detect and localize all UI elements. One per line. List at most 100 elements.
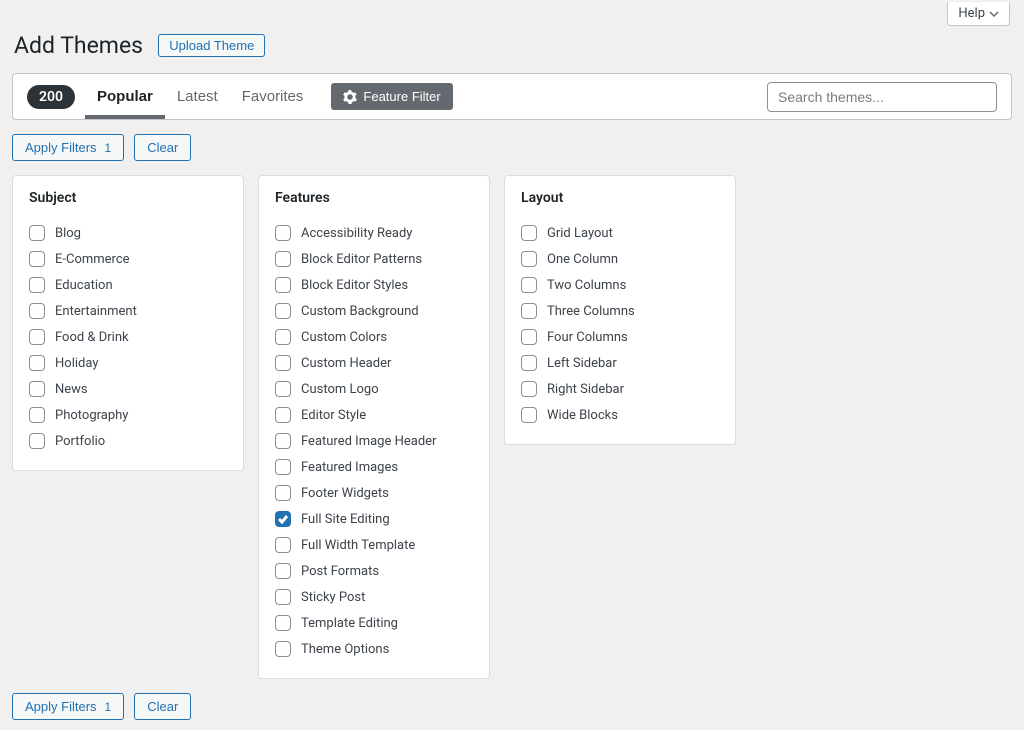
checkbox-label: Featured Image Header: [301, 434, 436, 449]
checkbox-label: Block Editor Styles: [301, 278, 408, 293]
filter-checkbox-row[interactable]: Photography: [29, 402, 227, 428]
filter-checkbox-row[interactable]: News: [29, 376, 227, 402]
filter-checkbox-row[interactable]: Left Sidebar: [521, 350, 719, 376]
checkbox[interactable]: [521, 355, 537, 371]
checkbox[interactable]: [29, 251, 45, 267]
filter-checkbox-row[interactable]: Sticky Post: [275, 584, 473, 610]
checkbox[interactable]: [521, 407, 537, 423]
checkbox[interactable]: [275, 589, 291, 605]
checkbox[interactable]: [275, 641, 291, 657]
filter-checkbox-row[interactable]: Education: [29, 272, 227, 298]
filter-checkbox-row[interactable]: Featured Images: [275, 454, 473, 480]
apply-filters-count: 1: [105, 141, 112, 155]
checkbox-label: Grid Layout: [547, 226, 613, 241]
checkbox[interactable]: [275, 563, 291, 579]
checkbox-label: Entertainment: [55, 304, 137, 319]
filter-checkbox-row[interactable]: Custom Background: [275, 298, 473, 324]
checkbox[interactable]: [275, 381, 291, 397]
help-label: Help: [958, 6, 985, 21]
checkbox[interactable]: [275, 225, 291, 241]
filter-checkbox-row[interactable]: Three Columns: [521, 298, 719, 324]
filter-checkbox-row[interactable]: Featured Image Header: [275, 428, 473, 454]
filter-checkbox-row[interactable]: Portfolio: [29, 428, 227, 454]
checkbox-label: Custom Logo: [301, 382, 379, 397]
filter-checkbox-row[interactable]: Grid Layout: [521, 220, 719, 246]
checkbox[interactable]: [275, 251, 291, 267]
apply-filters-button-bottom[interactable]: Apply Filters 1: [12, 693, 124, 720]
upload-theme-button[interactable]: Upload Theme: [158, 34, 265, 57]
checkbox-label: Theme Options: [301, 642, 389, 657]
filter-checkbox-row[interactable]: Two Columns: [521, 272, 719, 298]
filter-checkbox-row[interactable]: Custom Colors: [275, 324, 473, 350]
checkbox[interactable]: [29, 355, 45, 371]
feature-filter-button[interactable]: Feature Filter: [331, 83, 452, 110]
checkbox[interactable]: [29, 225, 45, 241]
feature-filter-label: Feature Filter: [363, 89, 440, 104]
tab-latest[interactable]: Latest: [165, 74, 230, 119]
checkbox[interactable]: [275, 615, 291, 631]
filter-checkbox-row[interactable]: Holiday: [29, 350, 227, 376]
checkbox[interactable]: [275, 537, 291, 553]
filter-checkbox-row[interactable]: Wide Blocks: [521, 402, 719, 428]
filter-checkbox-row[interactable]: E-Commerce: [29, 246, 227, 272]
filter-bar: 200 Popular Latest Favorites Feature Fil…: [12, 73, 1012, 120]
filter-checkbox-row[interactable]: Four Columns: [521, 324, 719, 350]
tab-favorites[interactable]: Favorites: [230, 74, 316, 119]
clear-button-bottom[interactable]: Clear: [134, 693, 191, 720]
checkbox[interactable]: [521, 251, 537, 267]
chevron-down-icon: [989, 9, 999, 19]
checkbox[interactable]: [29, 433, 45, 449]
filter-checkbox-row[interactable]: Food & Drink: [29, 324, 227, 350]
filter-checkbox-row[interactable]: Blog: [29, 220, 227, 246]
theme-count-pill: 200: [27, 85, 75, 109]
checkbox-label: Sticky Post: [301, 590, 365, 605]
checkbox[interactable]: [521, 381, 537, 397]
checkbox-label: Blog: [55, 226, 81, 241]
filter-checkbox-row[interactable]: Custom Header: [275, 350, 473, 376]
search-input[interactable]: [767, 82, 997, 112]
checkbox-label: Custom Header: [301, 356, 391, 371]
filter-checkbox-row[interactable]: Editor Style: [275, 402, 473, 428]
checkbox[interactable]: [521, 225, 537, 241]
apply-filters-button[interactable]: Apply Filters 1: [12, 134, 124, 161]
checkbox-label: Template Editing: [301, 616, 398, 631]
filter-checkbox-row[interactable]: Template Editing: [275, 610, 473, 636]
checkbox[interactable]: [29, 381, 45, 397]
checkbox[interactable]: [29, 329, 45, 345]
checkbox[interactable]: [275, 355, 291, 371]
filter-checkbox-row[interactable]: Entertainment: [29, 298, 227, 324]
checkbox[interactable]: [521, 277, 537, 293]
clear-button[interactable]: Clear: [134, 134, 191, 161]
filter-checkbox-row[interactable]: Footer Widgets: [275, 480, 473, 506]
checkbox[interactable]: [29, 303, 45, 319]
checkbox[interactable]: [275, 433, 291, 449]
filter-checkbox-row[interactable]: Accessibility Ready: [275, 220, 473, 246]
checkbox[interactable]: [521, 303, 537, 319]
checkbox[interactable]: [275, 277, 291, 293]
checkbox-label: Editor Style: [301, 408, 366, 423]
checkbox[interactable]: [275, 459, 291, 475]
checkbox[interactable]: [275, 329, 291, 345]
checkbox[interactable]: [29, 277, 45, 293]
checkbox-label: Left Sidebar: [547, 356, 617, 371]
filter-checkbox-row[interactable]: One Column: [521, 246, 719, 272]
filter-checkbox-row[interactable]: Full Site Editing: [275, 506, 473, 532]
checkbox-label: Post Formats: [301, 564, 379, 579]
checkbox[interactable]: [275, 485, 291, 501]
filter-checkbox-row[interactable]: Block Editor Patterns: [275, 246, 473, 272]
checkbox-label: Holiday: [55, 356, 98, 371]
checkbox[interactable]: [275, 407, 291, 423]
filter-checkbox-row[interactable]: Custom Logo: [275, 376, 473, 402]
filter-checkbox-row[interactable]: Right Sidebar: [521, 376, 719, 402]
help-button[interactable]: Help: [947, 2, 1010, 26]
filter-checkbox-row[interactable]: Theme Options: [275, 636, 473, 662]
checkbox-label: Right Sidebar: [547, 382, 624, 397]
filter-checkbox-row[interactable]: Block Editor Styles: [275, 272, 473, 298]
tab-popular[interactable]: Popular: [85, 74, 165, 119]
checkbox[interactable]: [29, 407, 45, 423]
filter-checkbox-row[interactable]: Post Formats: [275, 558, 473, 584]
checkbox[interactable]: [275, 511, 291, 527]
filter-checkbox-row[interactable]: Full Width Template: [275, 532, 473, 558]
checkbox[interactable]: [521, 329, 537, 345]
checkbox[interactable]: [275, 303, 291, 319]
